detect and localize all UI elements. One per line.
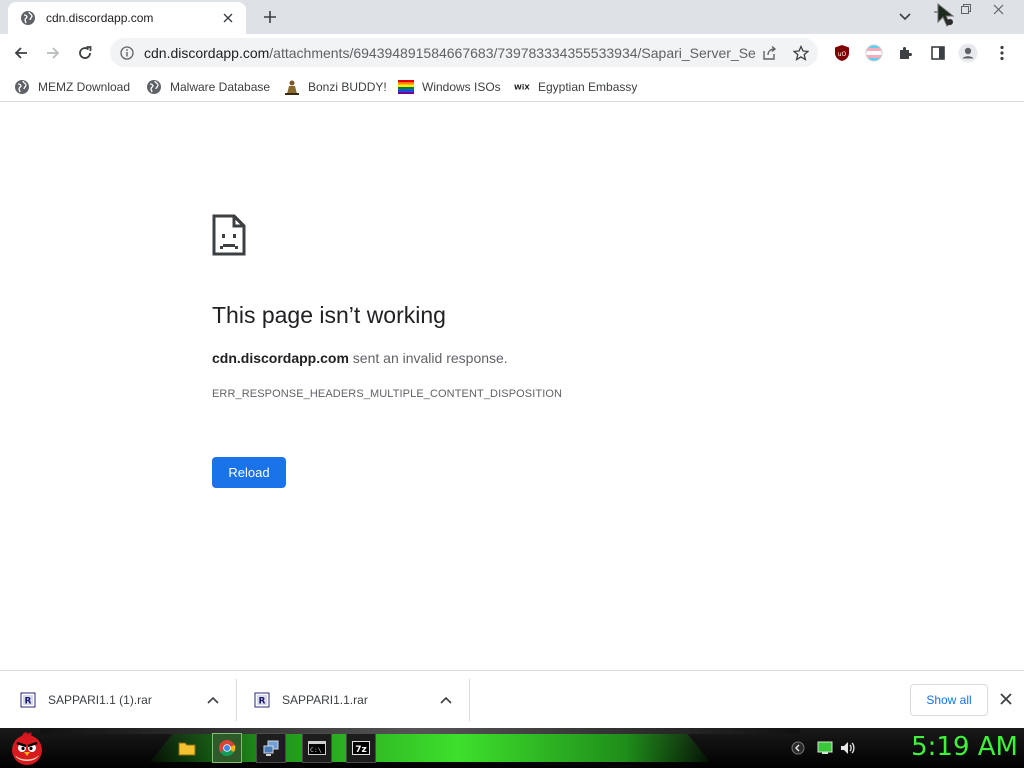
download-item[interactable]: R SAPPARI1.1 (1).rar	[20, 671, 152, 729]
profile-avatar-icon[interactable]	[958, 43, 978, 63]
globe-icon	[14, 79, 30, 95]
download-divider	[469, 679, 470, 721]
command-prompt-taskbar-icon[interactable]: C:\	[302, 733, 332, 763]
chevron-up-icon[interactable]	[206, 693, 220, 707]
rar-file-icon: R	[254, 692, 270, 708]
address-url[interactable]: cdn.discordapp.com/attachments/694394891…	[144, 45, 756, 61]
bookmark-malware-database[interactable]: Malware Database	[146, 76, 270, 98]
bookmark-label: MEMZ Download	[38, 80, 131, 94]
close-window-button[interactable]	[984, 0, 1012, 18]
download-divider	[236, 679, 237, 721]
bookmark-label: Windows ISOs	[422, 80, 501, 94]
error-code: ERR_RESPONSE_HEADERS_MULTIPLE_CONTENT_DI…	[212, 388, 563, 400]
menu-kebab-icon[interactable]	[992, 43, 1012, 63]
download-filename: SAPPARI1.1 (1).rar	[48, 693, 152, 707]
tray-chevron-icon[interactable]	[790, 740, 806, 756]
chrome-taskbar-icon[interactable]	[212, 733, 242, 763]
start-button-angry-bird-icon[interactable]	[8, 729, 46, 767]
url-host: cdn.discordapp.com	[144, 44, 270, 61]
bookmark-egyptian-embassy[interactable]: WiX Egyptian Embassy	[514, 76, 637, 98]
close-tab-icon[interactable]	[220, 10, 236, 26]
rar-file-icon: R	[20, 692, 36, 708]
bookmark-bonzi-buddy[interactable]: Bonzi BUDDY!	[284, 76, 387, 98]
taskbar-gloss	[40, 728, 800, 734]
page-content: This page isn’t working cdn.discordapp.c…	[0, 102, 1024, 670]
bookmark-label: Egyptian Embassy	[538, 80, 638, 94]
bookmark-memz-download[interactable]: MEMZ Download	[14, 76, 130, 98]
taskbar-clock[interactable]: 5:19 AM	[884, 732, 1018, 764]
side-panel-icon[interactable]	[928, 43, 948, 63]
svg-text:WiX: WiX	[514, 83, 530, 92]
mouse-cursor-icon	[936, 2, 960, 35]
trans-flag-extension-icon[interactable]	[864, 43, 884, 63]
chevron-up-icon[interactable]	[439, 693, 453, 707]
new-tab-button[interactable]	[258, 6, 282, 28]
network-tray-icon[interactable]	[817, 740, 833, 756]
bookmark-label: Bonzi BUDDY!	[308, 80, 387, 94]
info-icon[interactable]	[120, 45, 134, 60]
bookmark-windows-isos[interactable]: Windows ISOs	[398, 76, 501, 98]
browser-tab[interactable]: cdn.discordapp.com	[8, 2, 246, 34]
bookmark-label: Malware Database	[170, 80, 271, 94]
error-title: This page isn’t working	[212, 302, 446, 328]
error-description-text: sent an invalid response.	[348, 350, 508, 366]
error-host: cdn.discordapp.com	[212, 350, 349, 366]
download-shelf: R SAPPARI1.1 (1).rar R SAPPARI1.1.rar Sh…	[0, 670, 1024, 728]
tab-search-chevron-icon[interactable]	[896, 8, 914, 26]
rainbow-flag-icon	[398, 79, 414, 95]
bookmarks-bar: MEMZ Download Malware Database Bonzi BUD…	[0, 71, 1024, 102]
download-filename: SAPPARI1.1.rar	[282, 693, 368, 707]
tab-title: cdn.discordapp.com	[46, 11, 154, 25]
folder-taskbar-icon[interactable]	[172, 733, 202, 763]
globe-icon	[20, 10, 36, 26]
download-item[interactable]: R SAPPARI1.1.rar	[254, 671, 368, 729]
screen: cdn.discordapp.com cdn.discordapp.com/at…	[0, 0, 1024, 768]
svg-text:R: R	[25, 697, 32, 707]
svg-text:7z: 7z	[355, 745, 367, 755]
extensions-puzzle-icon[interactable]	[896, 43, 916, 63]
svg-text:C:\: C:\	[310, 746, 322, 754]
address-bar[interactable]: cdn.discordapp.com/attachments/694394891…	[110, 38, 818, 67]
forward-button[interactable]	[40, 40, 66, 66]
bonzi-icon	[284, 79, 300, 95]
globe-icon	[146, 79, 162, 95]
browser-toolbar: cdn.discordapp.com/attachments/694394891…	[0, 34, 1024, 71]
show-all-downloads-button[interactable]: Show all	[910, 684, 988, 716]
error-description: cdn.discordapp.com sent an invalid respo…	[212, 350, 508, 366]
back-button[interactable]	[8, 40, 34, 66]
svg-text:uO: uO	[838, 51, 847, 58]
wix-icon: WiX	[514, 79, 530, 95]
close-shelf-icon[interactable]	[998, 691, 1014, 707]
taskbar: C:\ 7z 5:19 AM	[0, 728, 1024, 768]
network-computer-taskbar-icon[interactable]	[256, 733, 286, 763]
sad-page-icon	[212, 214, 246, 256]
7zip-taskbar-icon[interactable]: 7z	[346, 733, 376, 763]
svg-text:R: R	[259, 697, 266, 707]
reload-icon[interactable]	[72, 40, 98, 66]
tab-strip: cdn.discordapp.com	[0, 0, 1024, 34]
reload-button[interactable]: Reload	[212, 457, 286, 488]
url-path: /attachments/694394891584667683/73978333…	[269, 44, 756, 61]
volume-icon[interactable]	[840, 740, 856, 756]
ublock-icon[interactable]: uO	[832, 43, 852, 63]
share-icon[interactable]	[760, 44, 778, 62]
bookmark-star-icon[interactable]	[792, 44, 810, 62]
